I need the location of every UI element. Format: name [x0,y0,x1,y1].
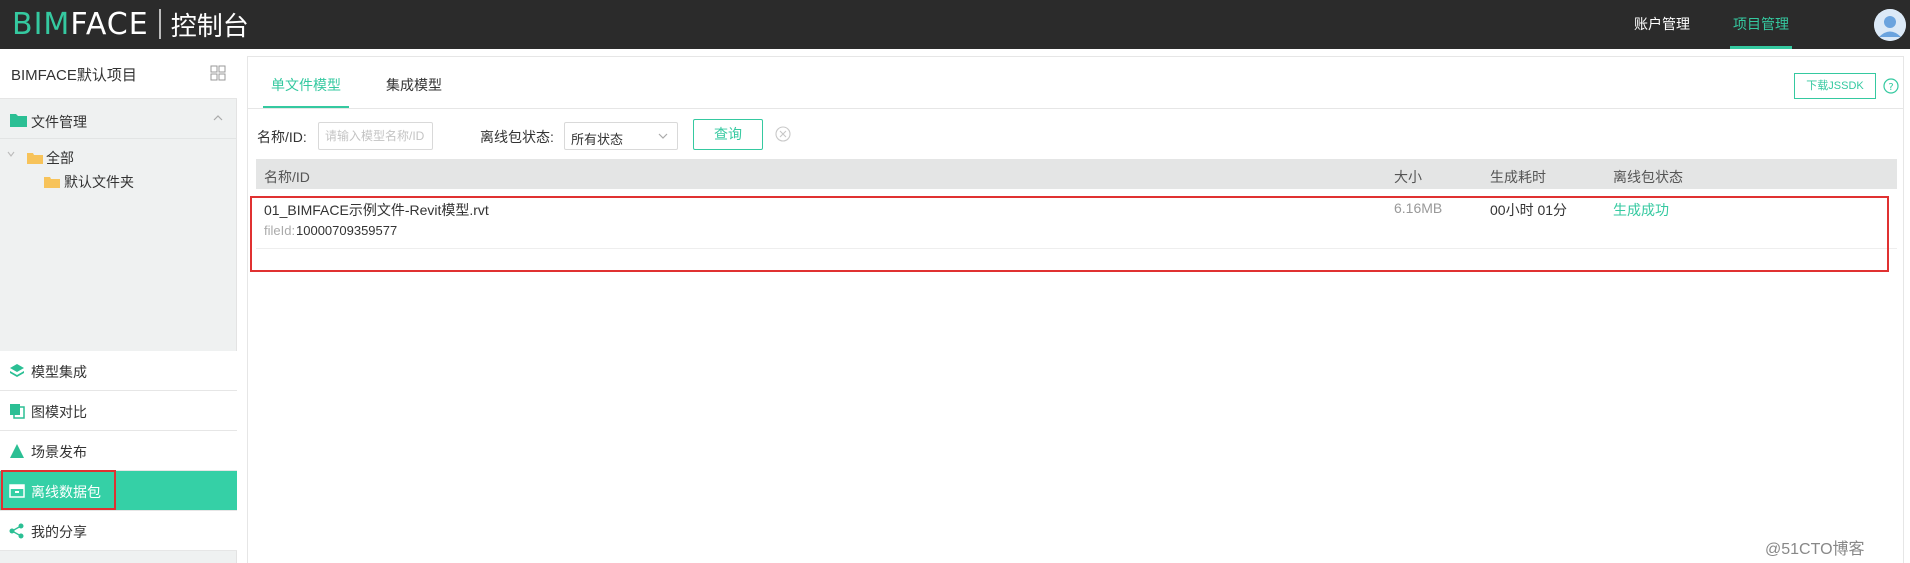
sidebar-item-drawing-compare[interactable]: 图模对比 [0,391,237,431]
name-id-label: 名称/ID: [257,129,307,145]
svg-text:?: ? [1888,82,1893,93]
nav-project-management[interactable]: 项目管理 [1730,0,1792,49]
table-header: 名称/ID 大小 生成耗时 离线包状态 [256,159,1897,189]
tab-integrated-model[interactable]: 集成模型 [386,75,442,95]
layers-icon [9,363,25,379]
chevron-down-icon [657,129,669,145]
package-status-value: 所有状态 [571,132,624,147]
column-header-name-id: 名称/ID [264,169,310,185]
file-management-header[interactable]: 文件管理 [0,103,237,139]
active-tab-indicator [263,106,349,108]
file-management-label: 文件管理 [31,114,87,130]
help-icon[interactable]: ? [1883,78,1899,97]
column-header-duration: 生成耗时 [1490,169,1546,185]
name-id-search-input[interactable] [318,122,433,150]
share-icon [9,523,25,539]
filter-bar: 名称/ID: 离线包状态: 所有状态 查询 [248,119,1903,151]
logo-bim-text: BIM [12,6,71,42]
grid-icon[interactable] [210,65,226,84]
top-bar: BIM FACE 控制台 账户管理 项目管理 [0,0,1910,49]
column-header-package-status: 离线包状态 [1613,169,1683,185]
nav-account-management[interactable]: 账户管理 [1634,0,1690,49]
user-avatar[interactable] [1874,9,1906,41]
folder-icon [27,151,43,167]
folder-icon [10,112,27,130]
bimface-logo[interactable]: BIM FACE 控制台 [12,6,249,42]
compare-icon [9,403,25,419]
sidebar-item-label: 场景发布 [31,444,87,460]
console-title: 控制台 [170,10,249,41]
sidebar-item-label: 模型集成 [31,364,87,380]
sidebar-item-label: 我的分享 [31,524,87,540]
avatar-icon [1874,9,1906,41]
tree-node-all[interactable]: 全部 [0,148,237,168]
column-header-size: 大小 [1394,169,1422,185]
tab-single-file-model[interactable]: 单文件模型 [271,75,341,95]
sidebar-menu: 模型集成 图模对比 场景发布 离线数据包 我的分享 [0,351,237,551]
tree-label-default-folder: 默认文件夹 [64,174,134,190]
logo-divider [158,9,161,39]
download-jssdk-button[interactable]: 下载JSSDK [1794,73,1876,99]
sidebar-item-my-share[interactable]: 我的分享 [0,511,237,551]
project-header: BIMFACE默认项目 [0,49,237,99]
clear-icon[interactable] [775,126,791,145]
tree-node-default-folder[interactable]: 默认文件夹 [0,172,237,192]
package-status-label: 离线包状态: [480,129,554,145]
highlight-box-sidebar [1,470,116,510]
highlight-box-row [250,196,1889,272]
main-panel: 单文件模型 集成模型 下载JSSDK ? 名称/ID: 离线包状态: 所有状态 … [247,56,1904,563]
package-status-select[interactable]: 所有状态 [564,122,678,150]
sidebar-item-scene-publish[interactable]: 场景发布 [0,431,237,471]
tree-label-all: 全部 [46,150,74,166]
tree-expand-icon[interactable] [6,149,16,162]
folder-icon [44,175,60,191]
watermark: @51CTO博客 [1765,541,1865,558]
project-title: BIMFACE默认项目 [11,67,137,84]
model-tabs: 单文件模型 集成模型 下载JSSDK ? [248,57,1903,109]
query-button[interactable]: 查询 [693,119,763,150]
chevron-up-icon[interactable] [213,112,223,126]
logo-face-text: FACE [70,6,149,42]
sidebar-item-label: 图模对比 [31,404,87,420]
triangle-icon [9,443,25,459]
sidebar-item-model-integration[interactable]: 模型集成 [0,351,237,391]
